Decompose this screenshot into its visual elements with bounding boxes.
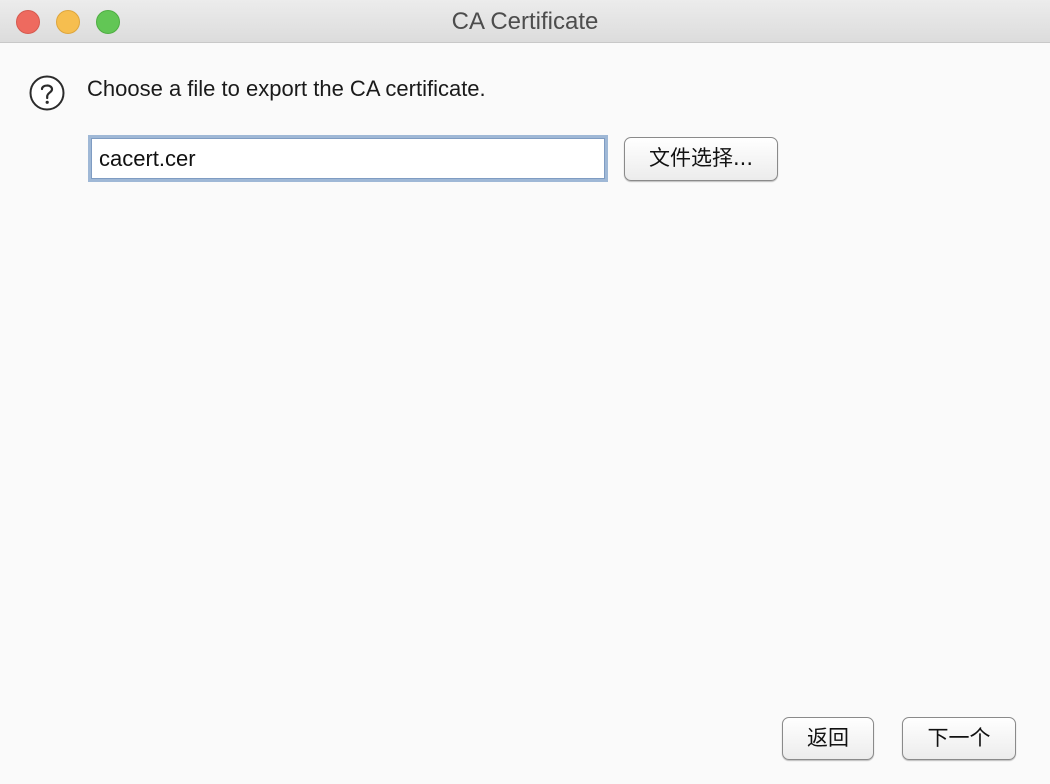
window-title: CA Certificate bbox=[451, 8, 599, 35]
back-button[interactable]: 返回 bbox=[782, 717, 874, 760]
file-path-input[interactable] bbox=[88, 135, 608, 182]
dialog-prompt: Choose a file to export the CA certifica… bbox=[87, 76, 486, 101]
title-bar[interactable]: CA Certificate bbox=[0, 0, 1050, 43]
choose-file-button[interactable]: 文件选择... bbox=[624, 137, 778, 181]
ca-certificate-window: CA Certificate Choose a file to export t… bbox=[0, 0, 1050, 784]
question-circle-icon bbox=[29, 75, 65, 111]
next-button[interactable]: 下一个 bbox=[902, 717, 1016, 760]
